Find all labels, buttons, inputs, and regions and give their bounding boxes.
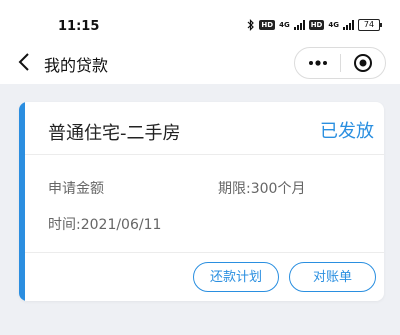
bluetooth-icon	[247, 19, 255, 31]
card-accent-bar	[19, 102, 25, 301]
statement-button[interactable]: 对账单	[289, 262, 376, 292]
card-divider-bottom	[25, 252, 384, 253]
status-time: 11:15	[58, 19, 100, 34]
signal-icon-2	[343, 20, 354, 30]
time-label: 时间:2021/06/11	[48, 217, 162, 233]
hd-badge-2: HD	[308, 20, 325, 30]
status-bar: 11:15 HD 4G HD 4G 74	[0, 0, 400, 40]
loan-card[interactable]: 普通住宅-二手房 已发放 申请金额 期限:300个月 时间:2021/06/11…	[19, 102, 384, 301]
page-title: 我的贷款	[44, 56, 109, 75]
mini-program-capsule	[294, 47, 386, 79]
loan-status: 已发放	[320, 121, 374, 142]
hd-badge: HD	[259, 20, 276, 30]
term-label: 期限:300个月	[218, 181, 306, 197]
network-label-2: 4G	[328, 21, 339, 29]
card-divider-top	[25, 154, 384, 155]
nav-bar: 我的贷款	[0, 40, 400, 84]
target-icon	[354, 54, 372, 72]
battery-icon: 74	[358, 19, 382, 31]
ellipsis-icon	[308, 60, 327, 66]
network-label: 4G	[279, 21, 290, 29]
amount-label: 申请金额	[48, 181, 104, 197]
chevron-left-icon[interactable]	[12, 49, 36, 75]
more-button[interactable]	[295, 48, 340, 78]
signal-icon	[293, 20, 305, 30]
close-button[interactable]	[341, 48, 385, 78]
loan-type-title: 普通住宅-二手房	[48, 123, 181, 144]
repayment-plan-button[interactable]: 还款计划	[193, 262, 279, 292]
status-icons: HD 4G HD 4G 74	[247, 19, 382, 31]
